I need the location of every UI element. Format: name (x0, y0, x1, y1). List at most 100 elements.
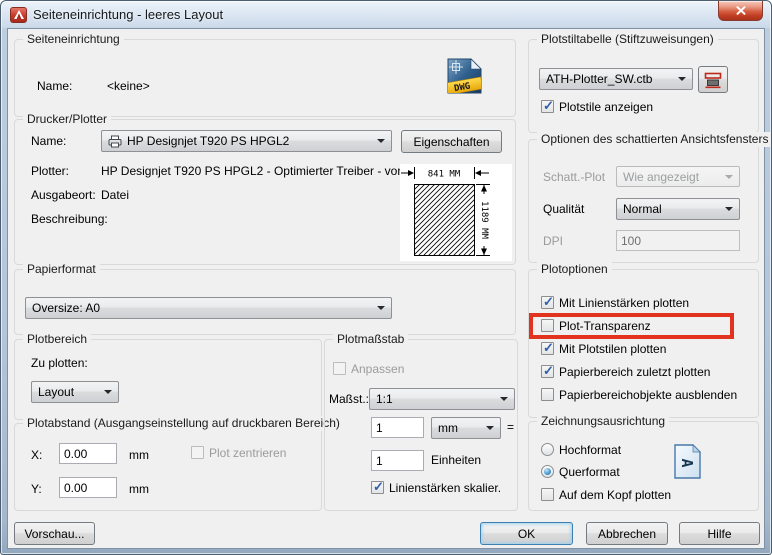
plot-transparency-checkbox[interactable] (541, 319, 554, 332)
plot-with-styles-checkbox[interactable] (541, 342, 554, 355)
hide-paperspace-label: Papierbereichobjekte ausblenden (559, 389, 737, 402)
edit-plot-style-icon (703, 71, 723, 89)
chevron-down-icon (678, 77, 686, 81)
plot-area-select[interactable]: Layout (31, 381, 119, 403)
group-plot-options: Plotoptionen Mit Linienstärken plotten P… (528, 269, 759, 418)
paperspace-last-label: Papierbereich zuletzt plotten (559, 366, 710, 379)
group-plot-offset: Plotabstand (Ausgangseinstellung auf dru… (14, 423, 322, 511)
printer-name-value: HP Designjet T920 PS HPGL2 (127, 134, 289, 148)
hide-paperspace-checkbox[interactable] (541, 388, 554, 401)
group-title: Plotstiltabelle (Stiftzuweisungen) (537, 32, 718, 47)
window-title: Seiteneinrichtung - leeres Layout (33, 7, 223, 22)
printer-icon (108, 135, 122, 148)
printer-name-select[interactable]: HP Designjet T920 PS HPGL2 (101, 130, 392, 152)
plot-style-table-select[interactable]: ATH-Plotter_SW.ctb (539, 68, 693, 90)
y-unit-label: mm (129, 483, 149, 496)
scale-unit-select[interactable]: mm (431, 417, 501, 439)
plot-transparency-label: Plot-Transparenz (559, 320, 651, 333)
group-shaded-viewport: Optionen des schattierten Ansichtsfenste… (528, 139, 759, 263)
units-label: Einheiten (431, 454, 481, 467)
group-printer-plotter: Drucker/Plotter Name: HP Designjet T920 … (14, 119, 516, 265)
plotter-label: Plotter: (31, 165, 69, 178)
dialog-body: Seiteneinrichtung Name: <keine> (7, 28, 765, 549)
landscape-label: Querformat (559, 466, 620, 479)
plotter-value: HP Designjet T920 PS HPGL2 - Optimierter… (101, 165, 424, 178)
chevron-down-icon (104, 390, 112, 394)
shade-plot-label: Schatt.-Plot (543, 171, 605, 184)
display-plot-styles-checkbox[interactable] (541, 100, 554, 113)
cancel-button[interactable]: Abbrechen (586, 522, 668, 545)
output-label: Ausgabeort: (31, 189, 96, 202)
group-title: Zeichnungsausrichtung (537, 414, 669, 429)
group-drawing-orientation: Zeichnungsausrichtung Hochformat Querfor… (528, 421, 759, 511)
help-button[interactable]: Hilfe (679, 522, 760, 545)
upside-down-label: Auf dem Kopf plotten (559, 489, 671, 502)
svg-text:A: A (678, 458, 696, 467)
paper-height-dim: 1189 MM (479, 201, 489, 240)
center-plot-checkbox (191, 446, 204, 459)
close-icon (736, 6, 746, 15)
edit-plot-style-button[interactable] (698, 66, 728, 93)
paper-size-preview: 841 MM 1189 MM (400, 164, 512, 261)
quality-select[interactable]: Normal (616, 198, 740, 220)
titlebar[interactable]: Seiteneinrichtung - leeres Layout (1, 1, 771, 28)
plot-lineweights-checkbox[interactable] (541, 296, 554, 309)
chevron-down-icon (377, 306, 385, 310)
fit-to-paper-checkbox (333, 362, 346, 375)
landscape-orientation-icon: A (674, 444, 701, 484)
properties-button[interactable]: Eigenschaften (401, 130, 502, 153)
group-plot-area: Plotbereich Zu plotten: Layout (14, 339, 322, 420)
group-paper-format: Papierformat Oversize: A0 (14, 269, 516, 335)
x-unit-label: mm (129, 449, 149, 462)
scale-unit-input[interactable] (371, 417, 424, 438)
shade-plot-select: Wie angezeigt (616, 166, 740, 187)
dpi-label: DPI (543, 235, 563, 248)
landscape-radio[interactable] (541, 465, 554, 478)
upside-down-checkbox[interactable] (541, 488, 554, 501)
name-label: Name: (37, 80, 72, 93)
group-plot-scale: Plotmaßstab Anpassen Maßst.: 1:1 mm = Ei… (324, 339, 518, 511)
portrait-radio[interactable] (541, 443, 554, 456)
group-title: Drucker/Plotter (23, 112, 111, 127)
group-title: Plotoptionen (537, 262, 612, 277)
group-title: Plotabstand (Ausgangseinstellung auf dru… (23, 416, 344, 431)
group-title: Plotbereich (23, 332, 91, 347)
scale-lineweights-checkbox[interactable] (371, 481, 384, 494)
printer-name-label: Name: (31, 135, 66, 148)
group-title: Plotmaßstab (333, 332, 408, 347)
paper-format-select[interactable]: Oversize: A0 (25, 297, 392, 319)
plot-area-label: Zu plotten: (31, 357, 88, 370)
close-button[interactable] (718, 1, 763, 21)
scale-lineweights-label: Linienstärken skalier. (389, 482, 501, 495)
chevron-down-icon (486, 426, 494, 430)
chevron-down-icon (725, 207, 733, 211)
fit-to-paper-label: Anpassen (351, 363, 404, 376)
chevron-down-icon (377, 139, 385, 143)
scale-label: Maßst.: (329, 393, 369, 406)
dwg-file-icon: DWG (446, 57, 483, 100)
group-title: Papierformat (23, 262, 100, 277)
plot-lineweights-label: Mit Linienstärken plotten (559, 297, 689, 310)
group-title: Seiteneinrichtung (23, 32, 124, 47)
group-plot-style-table: Plotstiltabelle (Stiftzuweisungen) ATH-P… (528, 39, 759, 133)
paper-width-dim: 841 MM (428, 170, 461, 180)
ok-button[interactable]: OK (480, 522, 573, 545)
scale-select[interactable]: 1:1 (369, 388, 515, 410)
scale-units-input[interactable] (371, 450, 424, 471)
portrait-label: Hochformat (559, 444, 621, 457)
y-offset-input[interactable] (59, 477, 117, 498)
chevron-down-icon (725, 175, 733, 179)
output-value: Datei (101, 189, 129, 202)
plot-with-styles-label: Mit Plotstilen plotten (559, 343, 666, 356)
equals-sign: = (507, 421, 514, 434)
paperspace-last-checkbox[interactable] (541, 365, 554, 378)
dpi-input (616, 230, 740, 251)
x-offset-input[interactable] (59, 443, 117, 464)
page-setup-name-value: <keine> (107, 80, 150, 93)
display-plot-styles-label: Plotstile anzeigen (559, 101, 653, 114)
center-plot-label: Plot zentrieren (209, 447, 286, 460)
autocad-logo-icon (10, 7, 27, 23)
x-label: X: (31, 449, 42, 462)
description-label: Beschreibung: (31, 213, 108, 226)
preview-button[interactable]: Vorschau... (14, 522, 95, 545)
